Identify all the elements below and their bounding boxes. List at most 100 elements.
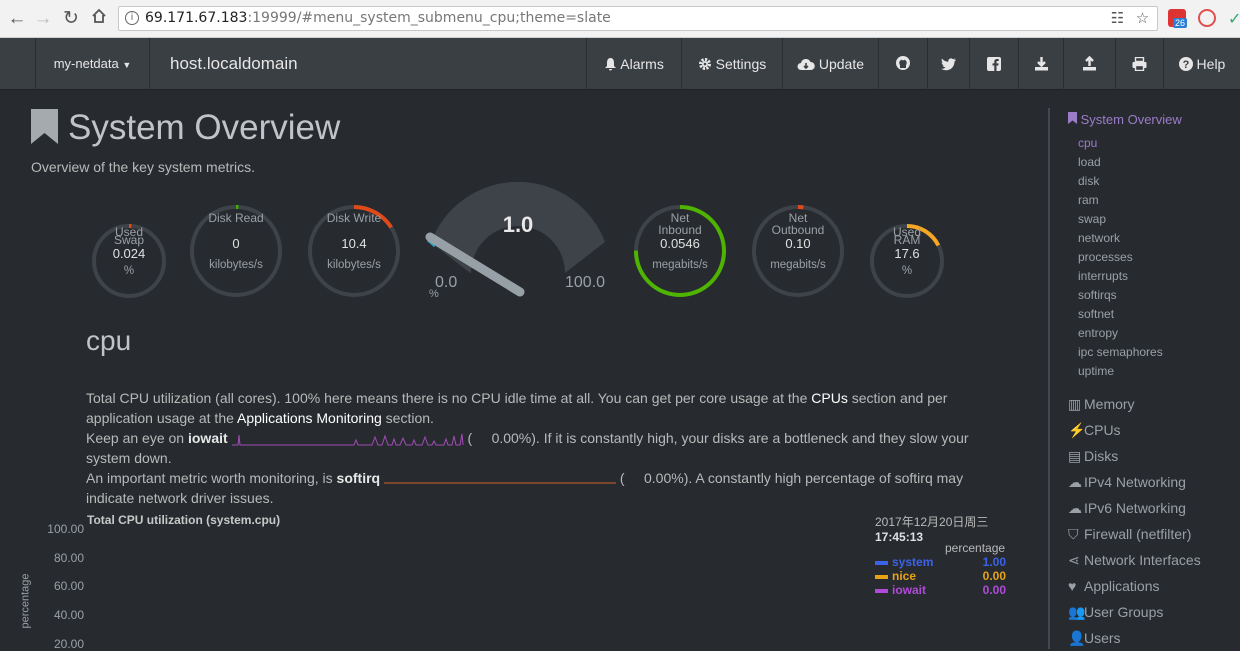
alarms-button[interactable]: Alarms [586, 38, 681, 90]
sidebar-subitem-cpu[interactable]: cpu [1078, 136, 1097, 150]
gauge-used-swap[interactable]: Used Swap 0.024% [90, 222, 168, 300]
address-bar[interactable]: i 69.171.67.183:19999/#menu_system_subme… [118, 6, 1158, 31]
gauge-value: 10.4 [341, 236, 367, 251]
sidebar-item-user-groups[interactable]: 👥User Groups [1068, 604, 1163, 621]
chart-legend: 2017年12月20日周三 17:45:13 percentage system… [875, 513, 1015, 597]
sidebar-item-applications[interactable]: ♥ Applications [1068, 578, 1160, 594]
y-tick: 80.00 [53, 551, 84, 565]
sidebar-item-label: CPUs [1084, 422, 1121, 438]
github-button[interactable] [878, 38, 927, 90]
legend-name: system [892, 555, 934, 569]
legend-name: iowait [892, 583, 927, 597]
legend-row-system[interactable]: system 1.00 [875, 555, 1006, 569]
vue-extension-icon[interactable]: ✓ [1228, 9, 1240, 28]
desc-text: Total CPU utilization (all cores). 100% … [86, 390, 812, 406]
cpu-description: Total CPU utilization (all cores). 100% … [86, 388, 986, 508]
gauge-net-inbound[interactable]: Net Inbound 0.0546 megabits/s [632, 203, 728, 299]
back-icon[interactable]: ← [4, 6, 30, 32]
gauge-label: Net Inbound [658, 211, 702, 237]
alarms-label: Alarms [620, 56, 664, 72]
gauge-label: Used Swap [113, 225, 145, 247]
applications-monitoring-link[interactable]: Applications Monitoring [237, 410, 382, 426]
share-icon: ⋖ [1068, 552, 1080, 568]
sidebar-subitem-disk[interactable]: disk [1078, 174, 1099, 188]
sidebar-subitem-entropy[interactable]: entropy [1078, 326, 1118, 340]
translate-icon[interactable]: ☷ [1109, 10, 1126, 27]
twitter-button[interactable] [927, 38, 969, 90]
sidebar-subitem-ram[interactable]: ram [1078, 193, 1099, 207]
sidebar-item-system-overview[interactable]: System Overview [1068, 112, 1182, 127]
facebook-icon [987, 57, 1001, 71]
cloud-icon: ☁ [1068, 500, 1082, 516]
gear-icon [698, 58, 711, 70]
sidebar-subitem-load[interactable]: load [1078, 155, 1101, 169]
sidebar-subitem-interrupts[interactable]: interrupts [1078, 269, 1128, 283]
forward-icon[interactable]: → [30, 6, 56, 32]
facebook-button[interactable] [969, 38, 1018, 90]
cloud-download-icon [797, 58, 815, 70]
softirq-value: 0.00% [644, 470, 684, 486]
legend-row-nice[interactable]: nice 0.00 [875, 569, 1006, 583]
cloud-icon: ☁ [1068, 474, 1082, 490]
section-subtitle: Overview of the key system metrics. [31, 159, 256, 175]
gauge-label: Disk Read [208, 211, 264, 225]
heartbeat-icon: ♥ [1068, 578, 1077, 594]
sidebar-item-cpus[interactable]: ⚡CPUs [1068, 422, 1121, 439]
upload-icon [1083, 55, 1096, 71]
softirq-sparkline[interactable] [383, 471, 616, 487]
desc-text: section. [381, 410, 434, 426]
sidebar-item-ipv6-networking[interactable]: ☁ IPv6 Networking [1068, 500, 1186, 517]
block-extension-icon[interactable] [1198, 9, 1216, 27]
sidebar-item-users[interactable]: 👤Users [1068, 630, 1121, 647]
section-title: System Overview [68, 108, 341, 147]
sidebar-subitem-swap[interactable]: swap [1078, 212, 1106, 226]
legend-value: 0.00 [982, 583, 1006, 597]
dashboard-main: System Overview Overview of the key syst… [0, 90, 1040, 651]
extension-icon[interactable]: 26 [1168, 9, 1188, 28]
settings-button[interactable]: Settings [681, 38, 782, 90]
legend-units: percentage [945, 541, 1006, 555]
cpus-link[interactable]: CPUs [811, 390, 848, 406]
sidebar-item-label: User Groups [1084, 604, 1164, 620]
update-button[interactable]: Update [782, 38, 878, 90]
sidebar-item-network-interfaces[interactable]: ⋖ Network Interfaces [1068, 552, 1201, 569]
bookmark-star-icon[interactable]: ☆ [1134, 10, 1151, 27]
gauge-value: 17.6 [894, 246, 920, 261]
sidebar-subitem-uptime[interactable]: uptime [1078, 364, 1114, 378]
sidebar-subitem-processes[interactable]: processes [1078, 250, 1133, 264]
sidebar-item-label: Disks [1084, 448, 1119, 464]
sidebar-subitem-softnet[interactable]: softnet [1078, 307, 1114, 321]
legend-row-iowait[interactable]: iowait 0.00 [875, 583, 1006, 597]
cpu-gauge[interactable]: CPU 1.0 0.0 100.0 % [425, 182, 615, 302]
info-icon[interactable]: i [125, 11, 139, 25]
bell-icon [605, 58, 617, 71]
home-icon[interactable] [86, 6, 112, 32]
sidebar-item-ipv4-networking[interactable]: ☁ IPv4 Networking [1068, 474, 1186, 491]
sidebar-subitem-network[interactable]: network [1078, 231, 1120, 245]
legend-value: 0.00 [982, 569, 1006, 583]
my-netdata-dropdown[interactable]: my-netdata ▼ [35, 38, 150, 90]
legend-swatch [875, 561, 888, 565]
desc-text: Keep an eye on [86, 430, 188, 446]
iowait-label: iowait [187, 430, 228, 446]
sidebar-item-disks[interactable]: ▤ Disks [1068, 448, 1118, 465]
extension-badge: 26 [1173, 18, 1188, 28]
print-button[interactable] [1115, 38, 1163, 90]
desc-text: ( [619, 470, 625, 486]
svg-text:?: ? [1182, 59, 1189, 71]
gauge-used-ram[interactable]: Used RAM 17.6% [868, 222, 946, 300]
sidebar-item-memory[interactable]: ▥ Memory [1068, 396, 1135, 413]
sidebar-item-label: System Overview [1080, 112, 1182, 127]
upload-button[interactable] [1063, 38, 1115, 90]
help-button[interactable]: ? Help [1163, 38, 1240, 90]
sidebar-subitem-softirqs[interactable]: softirqs [1078, 288, 1117, 302]
sidebar-subitem-ipc-semaphores[interactable]: ipc semaphores [1078, 345, 1163, 359]
reload-icon[interactable]: ↻ [58, 6, 84, 32]
gauge-disk-read[interactable]: Disk Read 0 kilobytes/s [188, 203, 284, 299]
download-button[interactable] [1018, 38, 1063, 90]
gauge-disk-write[interactable]: Disk Write 10.4 kilobytes/s [306, 203, 402, 299]
gauge-net-outbound[interactable]: Net Outbound 0.10 megabits/s [750, 203, 846, 299]
sidebar-item-firewall-netfilter[interactable]: ⛉ Firewall (netfilter) [1068, 526, 1191, 543]
iowait-sparkline[interactable] [231, 431, 464, 447]
bookmark-icon [31, 109, 58, 144]
